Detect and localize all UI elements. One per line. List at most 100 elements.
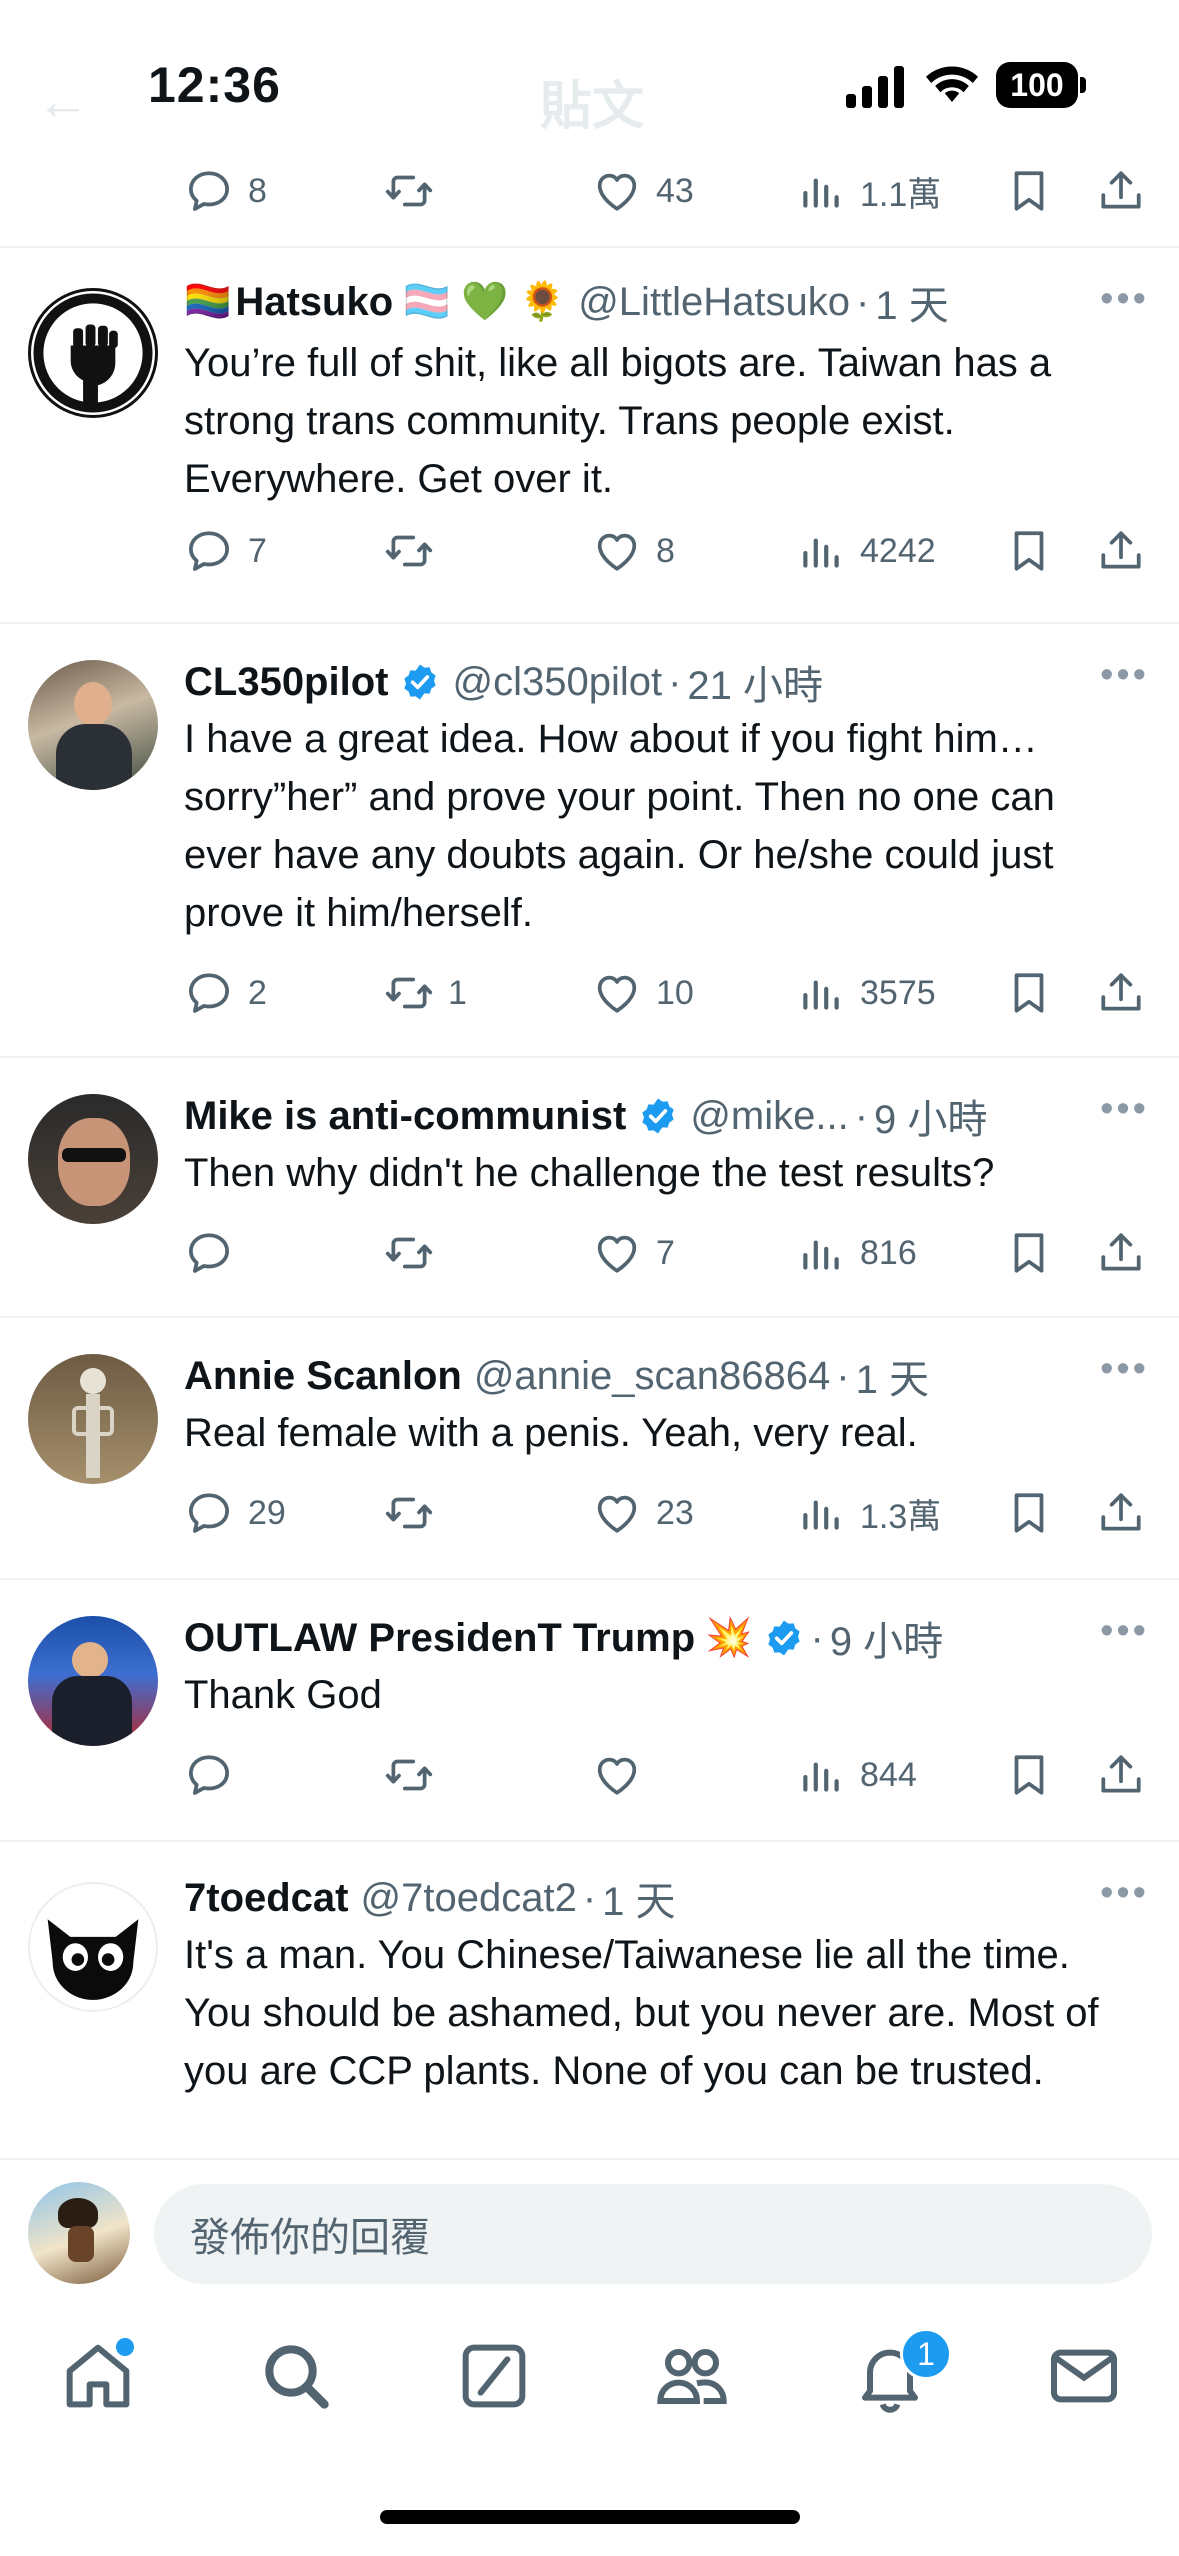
retweet-button[interactable] (384, 516, 434, 586)
like-button[interactable] (592, 1740, 642, 1810)
like-button[interactable]: 7 (592, 1218, 675, 1288)
reply-count: 2 (248, 973, 267, 1012)
back-arrow-icon[interactable]: ← (36, 70, 96, 131)
tweet[interactable]: OUTLAW PresidenT Trump 💥 · 9 小時 ••• Than… (0, 1580, 1179, 1842)
views-button[interactable]: 4242 (796, 516, 936, 586)
author-name[interactable]: Hatsuko (235, 280, 393, 325)
bookmark-button[interactable] (1004, 1478, 1054, 1548)
author-handle[interactable]: @mike... (690, 1094, 848, 1139)
tweet[interactable]: 🏳️‍🌈 Hatsuko 🏳️‍⚧️ 💚 🌻 @LittleHatsuko · … (0, 248, 1179, 624)
share-button[interactable] (1096, 516, 1146, 586)
like-button[interactable]: 10 (592, 958, 694, 1028)
like-button[interactable]: 23 (592, 1478, 694, 1548)
avatar[interactable] (28, 1616, 158, 1746)
share-button[interactable] (1096, 1478, 1146, 1548)
reply-button[interactable]: 7 (184, 516, 267, 586)
author-handle[interactable]: @LittleHatsuko (578, 280, 850, 325)
views-button[interactable]: 816 (796, 1218, 917, 1288)
grok-icon (462, 2344, 526, 2408)
author-handle[interactable]: @annie_scan86864 (474, 1354, 830, 1399)
author-handle[interactable]: @7toedcat2 (361, 1876, 577, 1921)
tweet[interactable]: Annie Scanlon @annie_scan86864 · 1 天 •••… (0, 1318, 1179, 1580)
more-options-icon[interactable]: ••• (1100, 1088, 1149, 1131)
bookmark-icon (1004, 166, 1054, 216)
like-count: 23 (656, 1493, 694, 1532)
like-count: 8 (656, 531, 675, 570)
avatar[interactable] (28, 660, 158, 790)
heart-icon (592, 968, 642, 1018)
reply-input[interactable]: 發佈你的回覆 (154, 2184, 1152, 2284)
bookmark-button[interactable] (1004, 1740, 1054, 1810)
reply-icon (184, 968, 234, 1018)
share-icon (1096, 1488, 1146, 1538)
bar-chart-icon (796, 1488, 846, 1538)
author-handle[interactable]: @cl350pilot (452, 660, 662, 705)
bookmark-button[interactable] (1004, 516, 1054, 586)
bookmark-icon (1004, 1488, 1054, 1538)
tweet-text: Then why didn't he challenge the test re… (184, 1151, 995, 1195)
avatar[interactable] (28, 1094, 158, 1224)
more-options-icon[interactable]: ••• (1100, 1610, 1149, 1653)
author-name[interactable]: 7toedcat (184, 1876, 349, 1921)
tab-communities[interactable] (652, 2336, 732, 2416)
tab-messages[interactable] (1044, 2336, 1124, 2416)
author-name[interactable]: CL350pilot (184, 660, 388, 705)
author-name[interactable]: OUTLAW PresidenT Trump (184, 1616, 695, 1661)
more-options-icon[interactable]: ••• (1100, 654, 1149, 697)
bookmark-icon (1004, 1750, 1054, 1800)
avatar[interactable] (28, 288, 158, 418)
views-button[interactable]: 3575 (796, 958, 936, 1028)
tweet[interactable]: CL350pilot @cl350pilot · 21 小時 ••• I hav… (0, 624, 1179, 1058)
author-name[interactable]: Mike is anti-communist (184, 1094, 626, 1139)
views-button[interactable]: 1.3萬 (796, 1478, 941, 1548)
search-icon (265, 2345, 329, 2409)
avatar[interactable] (28, 1354, 158, 1484)
views-button[interactable]: 844 (796, 1740, 917, 1810)
retweet-button[interactable]: 1 (384, 958, 467, 1028)
retweet-button[interactable] (384, 1218, 434, 1288)
share-button[interactable] (1096, 958, 1146, 1028)
reply-composer: 發佈你的回覆 (0, 2158, 1179, 2308)
reply-button[interactable] (184, 1740, 234, 1810)
tab-search[interactable] (256, 2336, 336, 2416)
tweet-age[interactable]: 1 天 (856, 1347, 929, 1405)
status-bar: ← 貼文 12:36 100 (0, 0, 1179, 170)
battery-tip (1080, 77, 1086, 93)
bookmark-button[interactable] (1004, 958, 1054, 1028)
tweet-age[interactable]: 1 天 (875, 273, 948, 331)
tab-grok[interactable] (454, 2336, 534, 2416)
tweet[interactable]: Mike is anti-communist @mike... · 9 小時 •… (0, 1058, 1179, 1318)
tweet-age[interactable]: 21 小時 (687, 653, 823, 711)
tweet-header: CL350pilot @cl350pilot · 21 小時 (184, 654, 1139, 710)
tweet[interactable]: 7toedcat @7toedcat2 · 1 天 ••• It's a man… (0, 1842, 1179, 2158)
tweet-text: It's a man. You Chinese/Taiwanese lie al… (184, 1933, 1099, 2093)
more-options-icon[interactable]: ••• (1100, 278, 1149, 321)
tweet-header: Annie Scanlon @annie_scan86864 · 1 天 (184, 1348, 1139, 1404)
like-button[interactable]: 8 (592, 516, 675, 586)
status-time: 12:36 (148, 57, 281, 113)
avatar[interactable] (28, 1882, 158, 2012)
tweet-age[interactable]: 9 小時 (830, 1609, 943, 1667)
tweet-age[interactable]: 1 天 (602, 1869, 675, 1927)
more-options-icon[interactable]: ••• (1100, 1348, 1149, 1391)
my-avatar[interactable] (28, 2182, 130, 2284)
tweet-text: Real female with a penis. Yeah, very rea… (184, 1411, 918, 1455)
tweet-age[interactable]: 9 小時 (874, 1087, 987, 1145)
share-button[interactable] (1096, 1218, 1146, 1288)
more-options-icon[interactable]: ••• (1100, 1872, 1149, 1915)
author-name[interactable]: Annie Scanlon (184, 1354, 462, 1399)
separator-dot: · (856, 279, 870, 324)
reply-button[interactable]: 29 (184, 1478, 286, 1548)
separator-dot: · (836, 1353, 850, 1398)
separator-dot: · (668, 659, 682, 704)
home-indicator[interactable] (380, 2510, 800, 2524)
reply-button[interactable] (184, 1218, 234, 1288)
reply-button[interactable]: 2 (184, 958, 267, 1028)
share-button[interactable] (1096, 1740, 1146, 1810)
home-new-indicator (116, 2338, 134, 2356)
reply-icon (184, 166, 234, 216)
bookmark-button[interactable] (1004, 1218, 1054, 1288)
retweet-button[interactable] (384, 1478, 434, 1548)
retweet-button[interactable] (384, 1740, 434, 1810)
reply-icon (184, 526, 234, 576)
